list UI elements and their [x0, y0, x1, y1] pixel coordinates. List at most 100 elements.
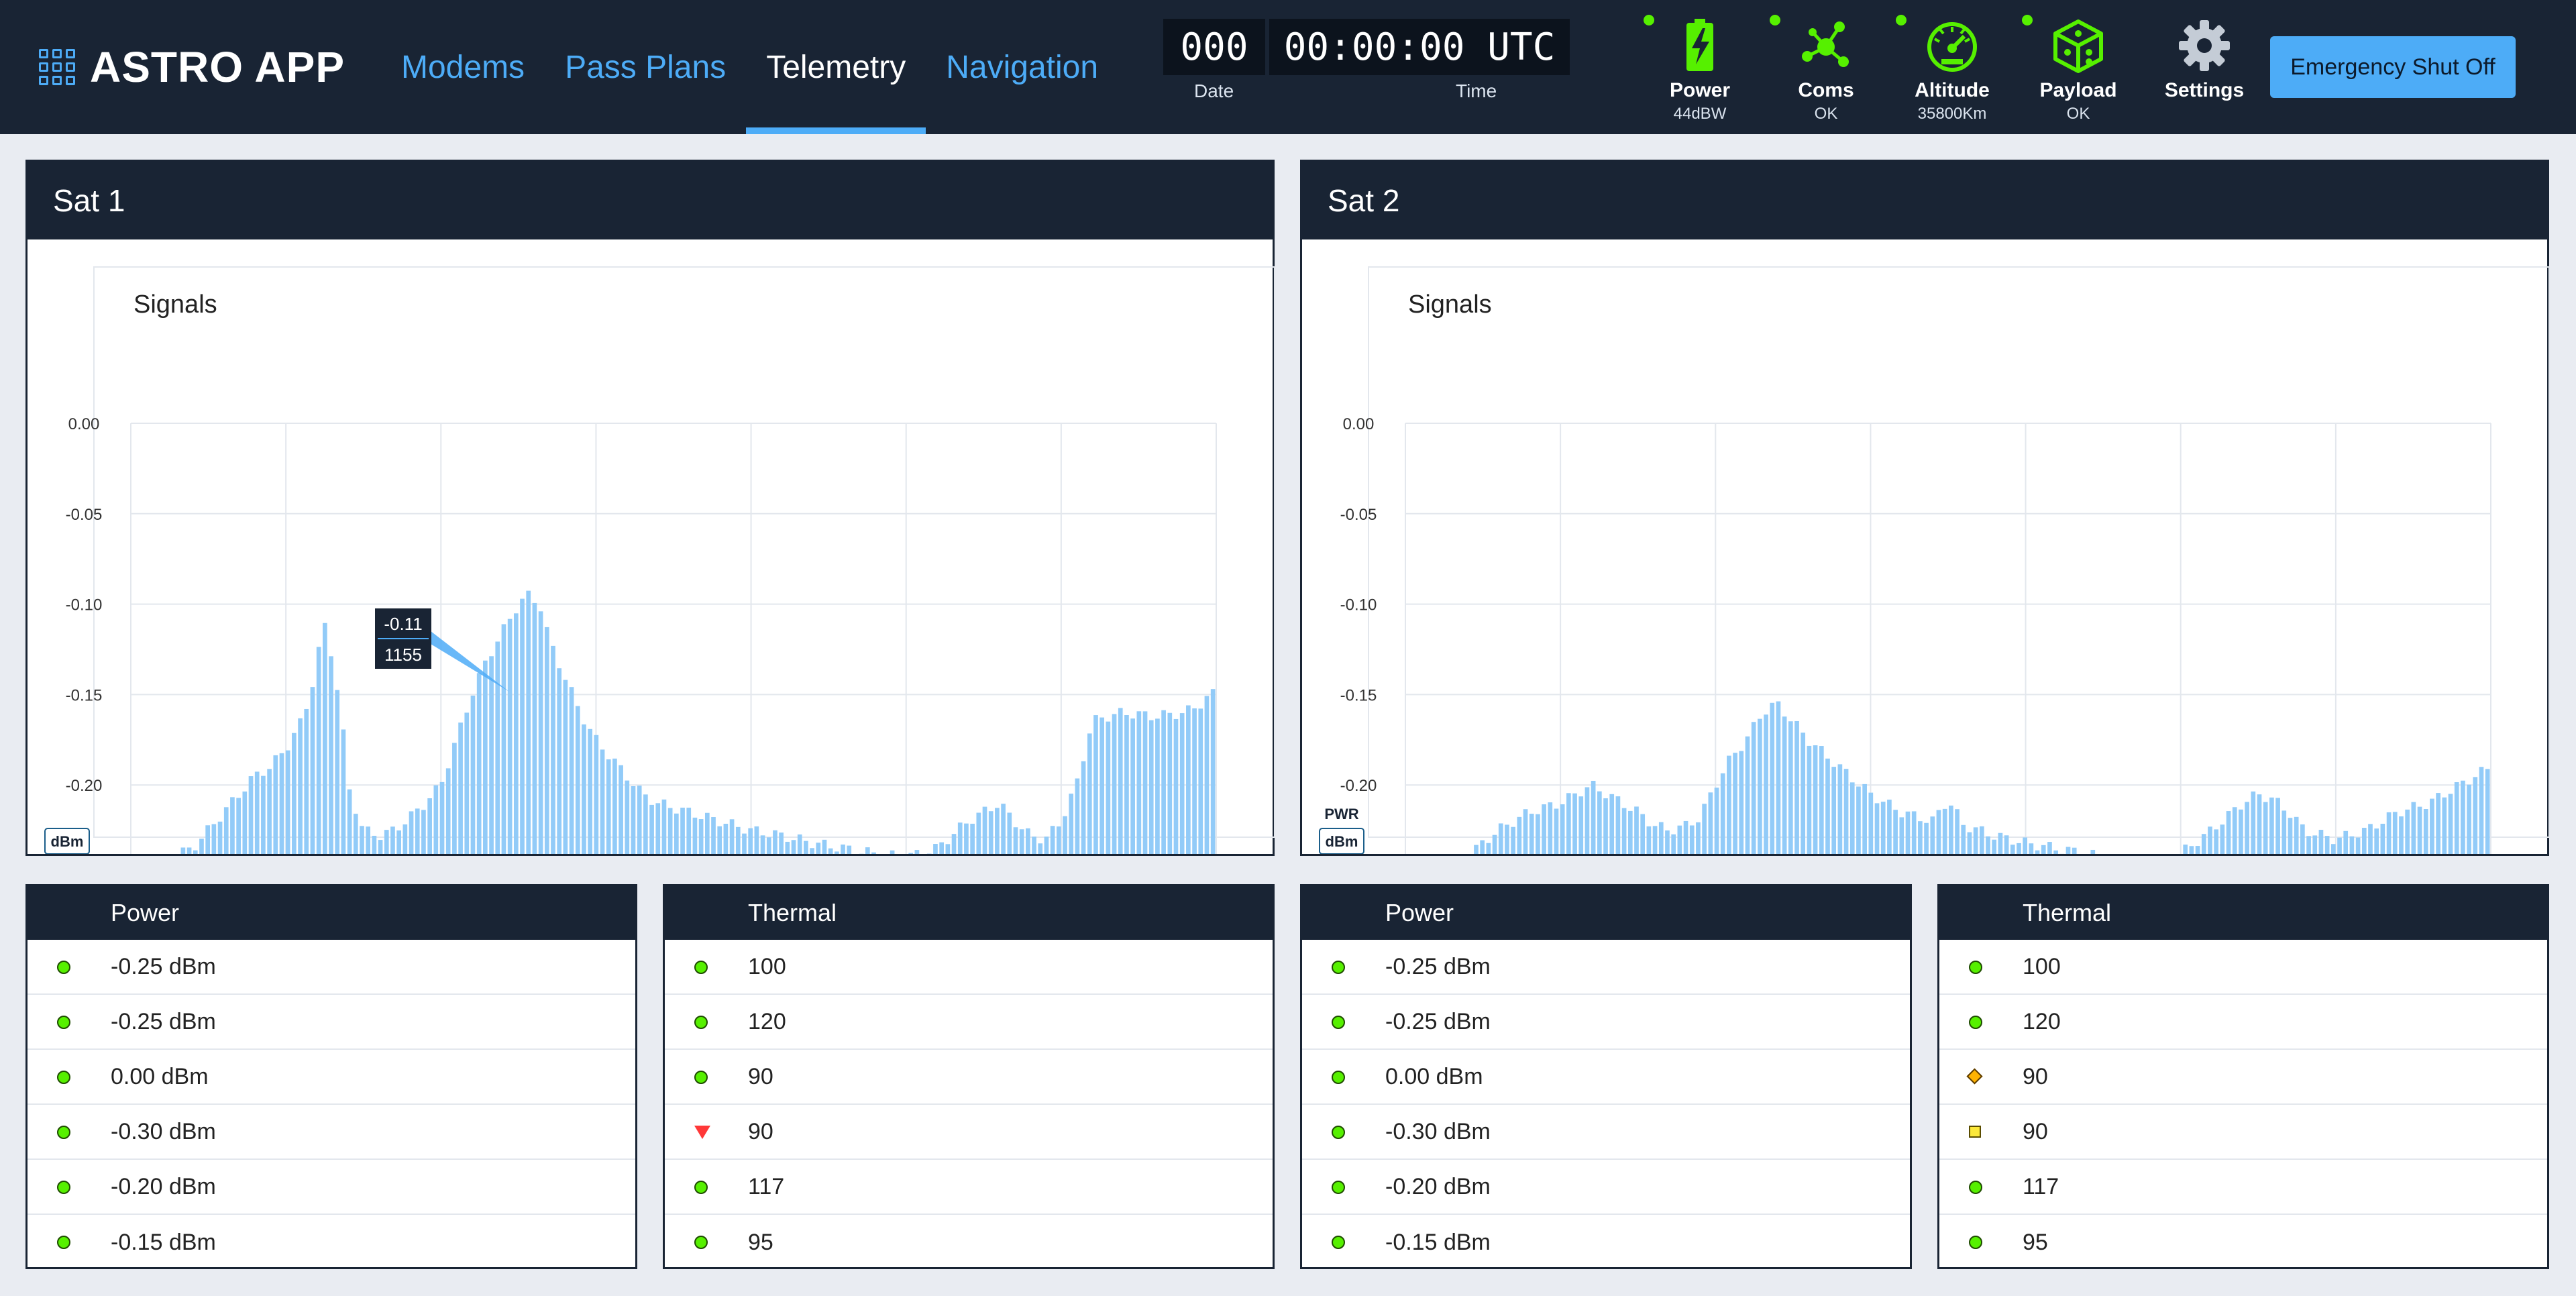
signal-bar	[372, 835, 377, 854]
signal-bar	[1542, 804, 1546, 854]
status-settings-label: Settings	[2164, 79, 2245, 101]
signal-bar	[1578, 796, 1584, 854]
signal-bar	[1652, 826, 1658, 854]
table-cell-value: 0.00 dBm	[111, 1063, 209, 1089]
status-serious-icon	[1966, 1068, 1983, 1085]
signal-bar	[729, 819, 735, 854]
table-row[interactable]: -0.25 dBm	[1302, 940, 1910, 995]
signal-bar	[2355, 837, 2361, 854]
table-row[interactable]: -0.30 dBm	[28, 1105, 635, 1160]
signal-bar	[1856, 786, 1861, 854]
signal-bar	[1204, 696, 1210, 854]
signal-bar	[445, 768, 451, 854]
table-row[interactable]: 95	[665, 1215, 1273, 1270]
status-coms[interactable]: Coms OK	[1763, 12, 1889, 126]
signal-bar	[2300, 824, 2305, 854]
tooltip-x-value: 1155	[384, 645, 422, 665]
signal-bar	[353, 814, 358, 854]
table-row[interactable]: 90	[665, 1050, 1273, 1105]
status-power[interactable]: Power 44dBW	[1637, 12, 1763, 126]
signal-bar	[2214, 829, 2218, 854]
signal-bar	[637, 786, 642, 854]
table-row[interactable]: 0.00 dBm	[1302, 1050, 1910, 1105]
signal-bar	[2017, 843, 2021, 854]
signal-bar	[2442, 797, 2447, 854]
signal-bar	[464, 712, 470, 854]
signal-bar	[230, 797, 235, 854]
signal-bar	[1044, 836, 1049, 854]
status-settings[interactable]: Settings	[2141, 12, 2267, 126]
signal-bar	[828, 848, 833, 854]
table-row[interactable]: -0.20 dBm	[28, 1160, 635, 1215]
table-cell-value: -0.25 dBm	[111, 953, 216, 979]
table-row[interactable]: -0.15 dBm	[1302, 1215, 1910, 1270]
table-cell-value: -0.25 dBm	[111, 1008, 216, 1034]
signal-bar	[1696, 822, 1701, 854]
signal-bar	[791, 840, 796, 854]
signal-bar	[1099, 717, 1105, 854]
table-row[interactable]: -0.25 dBm	[28, 940, 635, 995]
table-row[interactable]: 120	[665, 995, 1273, 1050]
signal-bar	[551, 645, 555, 854]
signal-bar	[1161, 710, 1166, 854]
signal-bar	[1566, 793, 1571, 854]
signal-bar	[785, 841, 790, 854]
signal-bar	[594, 735, 599, 854]
status-normal-icon	[57, 1236, 70, 1249]
signal-bar	[310, 687, 315, 854]
signal-bar	[575, 706, 580, 854]
signal-bar	[631, 786, 636, 854]
signal-bar	[1056, 826, 1061, 854]
status-altitude[interactable]: Altitude 35800Km	[1889, 12, 2015, 126]
status-normal-icon	[1332, 1016, 1345, 1029]
table-row[interactable]: 90	[665, 1105, 1273, 1160]
table-row[interactable]: 100	[665, 940, 1273, 995]
signal-bar	[248, 776, 254, 854]
status-payload-value: OK	[2066, 105, 2090, 123]
signal-bar	[2282, 810, 2287, 854]
table-row[interactable]: -0.20 dBm	[1302, 1160, 1910, 1215]
table-row[interactable]: -0.30 dBm	[1302, 1105, 1910, 1160]
table-cell-value: -0.25 dBm	[1385, 953, 1491, 979]
table-row[interactable]: -0.15 dBm	[28, 1215, 635, 1270]
signal-bar	[1050, 826, 1055, 854]
signal-bar	[273, 755, 278, 854]
signal-bar	[1554, 808, 1559, 854]
table-row[interactable]: 95	[1939, 1215, 2547, 1270]
signal-bar	[1615, 796, 1621, 854]
status-normal-icon	[57, 1016, 70, 1029]
signal-bar	[1142, 711, 1148, 854]
sat2-signals-chart[interactable]: 0.00-0.05-0.10-0.15-0.20-0.2511001150120…	[1302, 239, 2547, 854]
signal-bar	[2349, 836, 2355, 854]
status-payload[interactable]: Payload OK	[2015, 12, 2141, 126]
signal-bar	[1880, 802, 1886, 854]
table-row[interactable]: 90	[1939, 1105, 2547, 1160]
table-row[interactable]: -0.25 dBm	[28, 995, 635, 1050]
signal-bar	[1474, 845, 1479, 854]
sat1-signals-chart[interactable]: 0.00-0.05-0.10-0.15-0.20-0.2511001150120…	[28, 239, 1273, 854]
app-grid-icon[interactable]	[39, 49, 75, 85]
signal-bar	[526, 590, 531, 854]
signal-bar	[2189, 846, 2194, 854]
table-row[interactable]: 90	[1939, 1050, 2547, 1105]
status-coms-value: OK	[1814, 105, 1838, 123]
signal-bar	[298, 718, 303, 854]
tab-telemetry[interactable]: Telemetry	[746, 0, 926, 134]
signal-bar	[1702, 804, 1707, 854]
signal-bar	[1179, 713, 1185, 854]
sat1-thermal-table: Thermal 100 120 90 90 117 95	[663, 884, 1275, 1269]
tab-modems[interactable]: Modems	[381, 0, 545, 134]
table-row[interactable]: 117	[665, 1160, 1273, 1215]
tab-navigation[interactable]: Navigation	[926, 0, 1118, 134]
table-row[interactable]: 117	[1939, 1160, 2547, 1215]
signal-bar	[816, 843, 821, 854]
table-row[interactable]: -0.25 dBm	[1302, 995, 1910, 1050]
table-row[interactable]: 0.00 dBm	[28, 1050, 635, 1105]
table-row[interactable]: 120	[1939, 995, 2547, 1050]
signal-bar	[2411, 802, 2416, 854]
signal-bar	[600, 749, 605, 854]
tab-pass-plans[interactable]: Pass Plans	[545, 0, 746, 134]
table-row[interactable]: 100	[1939, 940, 2547, 995]
signal-bar	[205, 825, 211, 854]
emergency-shut-off-button[interactable]: Emergency Shut Off	[2270, 36, 2516, 98]
